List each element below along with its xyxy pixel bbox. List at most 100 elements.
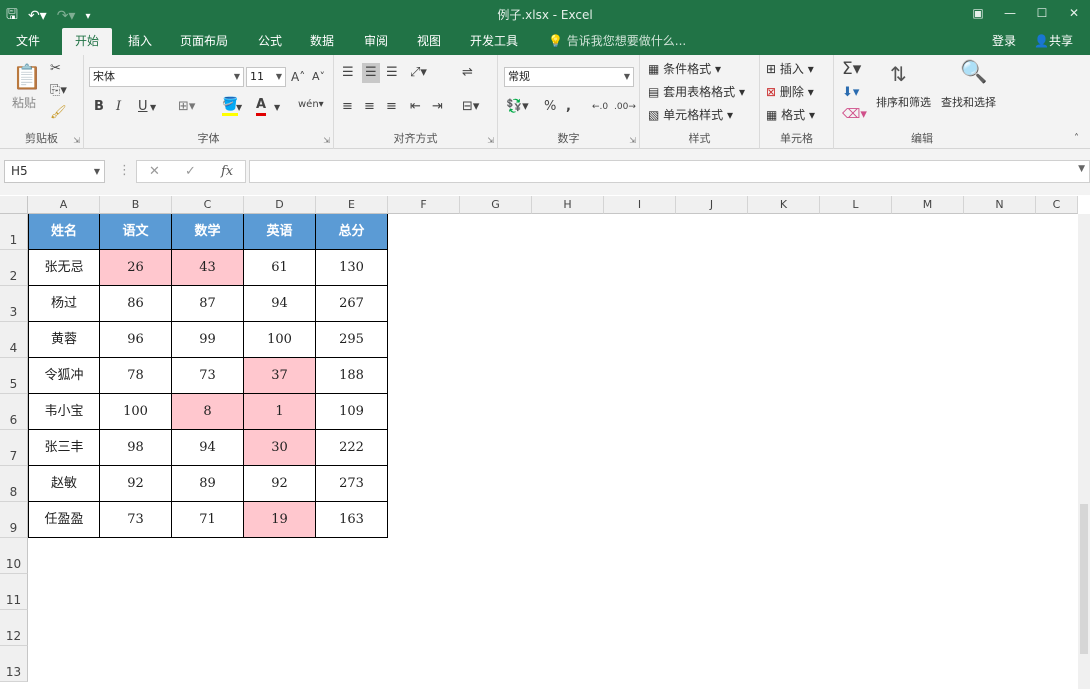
italic-button[interactable]: I: [116, 99, 121, 115]
name-cell[interactable]: 张三丰: [28, 430, 100, 466]
align-top-icon[interactable]: ☰: [342, 65, 354, 81]
cell-styles-button[interactable]: ▧ 单元格样式 ▾: [648, 107, 733, 123]
tab-developer[interactable]: 开发工具: [460, 28, 528, 55]
score-cell[interactable]: 94: [172, 430, 244, 466]
number-format-select[interactable]: 常规 ▼: [504, 67, 634, 87]
column-header-g[interactable]: G: [460, 196, 532, 214]
name-cell[interactable]: 张无忌: [28, 250, 100, 286]
row-header-6[interactable]: 6: [0, 394, 28, 430]
score-cell[interactable]: 98: [100, 430, 172, 466]
column-header-f[interactable]: F: [388, 196, 460, 214]
chevron-down-icon[interactable]: ▼: [274, 100, 280, 116]
autosum-icon[interactable]: Σ▾: [842, 61, 861, 78]
insert-function-icon[interactable]: fx: [221, 164, 233, 179]
insert-cells-button[interactable]: ⊞ 插入 ▾: [766, 61, 814, 77]
find-select-label[interactable]: 查找和选择: [941, 95, 996, 111]
score-cell[interactable]: 295: [316, 322, 388, 358]
row-header-10[interactable]: 10: [0, 538, 28, 574]
column-header-k[interactable]: K: [748, 196, 820, 214]
name-cell[interactable]: 赵敏: [28, 466, 100, 502]
score-cell[interactable]: 1: [244, 394, 316, 430]
row-header-7[interactable]: 7: [0, 430, 28, 466]
score-cell[interactable]: 78: [100, 358, 172, 394]
tab-home[interactable]: 开始: [62, 28, 112, 55]
paste-icon[interactable]: 📋: [12, 63, 42, 91]
align-middle-icon[interactable]: ☰: [362, 63, 380, 83]
number-launcher-icon[interactable]: ⇲: [629, 136, 636, 145]
score-cell[interactable]: 89: [172, 466, 244, 502]
scrollbar-thumb[interactable]: [1080, 504, 1088, 654]
align-bottom-icon[interactable]: ☰: [386, 65, 398, 81]
score-cell[interactable]: 43: [172, 250, 244, 286]
expand-formula-icon[interactable]: ▼: [1078, 164, 1085, 174]
select-all-corner[interactable]: [0, 196, 28, 214]
score-cell[interactable]: 30: [244, 430, 316, 466]
score-cell[interactable]: 100: [244, 322, 316, 358]
ribbon-display-icon[interactable]: ▣: [962, 0, 994, 28]
column-header-i[interactable]: I: [604, 196, 676, 214]
score-cell[interactable]: 222: [316, 430, 388, 466]
font-launcher-icon[interactable]: ⇲: [323, 136, 330, 145]
header-cell[interactable]: 数学: [172, 214, 244, 250]
score-cell[interactable]: 19: [244, 502, 316, 538]
score-cell[interactable]: 61: [244, 250, 316, 286]
tell-me-box[interactable]: 💡 告诉我您想要做什么...: [548, 28, 686, 55]
score-cell[interactable]: 8: [172, 394, 244, 430]
column-header-n[interactable]: N: [964, 196, 1036, 214]
row-header-3[interactable]: 3: [0, 286, 28, 322]
underline-button[interactable]: U: [138, 99, 148, 115]
name-cell[interactable]: 令狐冲: [28, 358, 100, 394]
font-size-select[interactable]: 11 ▼: [246, 67, 286, 87]
row-header-13[interactable]: 13: [0, 646, 28, 682]
score-cell[interactable]: 26: [100, 250, 172, 286]
align-left-icon[interactable]: ≡: [342, 99, 353, 115]
score-cell[interactable]: 73: [172, 358, 244, 394]
tab-insert[interactable]: 插入: [118, 28, 162, 55]
column-header-c[interactable]: C: [1036, 196, 1078, 214]
score-cell[interactable]: 163: [316, 502, 388, 538]
font-name-select[interactable]: 宋体 ▼: [89, 67, 244, 87]
column-header-h[interactable]: H: [532, 196, 604, 214]
score-cell[interactable]: 130: [316, 250, 388, 286]
increase-decimal-icon[interactable]: ←.0: [592, 99, 608, 115]
name-box[interactable]: H5 ▼: [4, 160, 105, 183]
chevron-down-icon[interactable]: ▼: [150, 100, 156, 116]
score-cell[interactable]: 109: [316, 394, 388, 430]
maximize-icon[interactable]: ☐: [1026, 0, 1058, 28]
tab-file[interactable]: 文件: [4, 28, 52, 55]
login-link[interactable]: 登录: [992, 28, 1016, 55]
column-header-j[interactable]: J: [676, 196, 748, 214]
paste-label[interactable]: 粘贴: [12, 95, 36, 111]
column-header-l[interactable]: L: [820, 196, 892, 214]
minimize-icon[interactable]: —: [994, 0, 1026, 28]
row-header-12[interactable]: 12: [0, 610, 28, 646]
row-header-4[interactable]: 4: [0, 322, 28, 358]
row-header-11[interactable]: 11: [0, 574, 28, 610]
column-header-e[interactable]: E: [316, 196, 388, 214]
name-cell[interactable]: 黄蓉: [28, 322, 100, 358]
bold-button[interactable]: B: [94, 99, 104, 115]
alignment-launcher-icon[interactable]: ⇲: [487, 136, 494, 145]
tab-view[interactable]: 视图: [407, 28, 451, 55]
borders-icon[interactable]: ⊞▾: [178, 99, 195, 115]
score-cell[interactable]: 94: [244, 286, 316, 322]
row-header-9[interactable]: 9: [0, 502, 28, 538]
clear-icon[interactable]: ⌫▾: [842, 107, 867, 123]
share-button[interactable]: 👤共享: [1034, 28, 1073, 55]
score-cell[interactable]: 188: [316, 358, 388, 394]
format-cells-button[interactable]: ▦ 格式 ▾: [766, 107, 815, 123]
increase-font-icon[interactable]: A˄: [291, 69, 305, 85]
score-cell[interactable]: 267: [316, 286, 388, 322]
comma-style-icon[interactable]: ,: [566, 99, 571, 115]
name-cell[interactable]: 韦小宝: [28, 394, 100, 430]
header-cell[interactable]: 姓名: [28, 214, 100, 250]
merge-center-icon[interactable]: ⊟▾: [462, 99, 479, 115]
phonetic-icon[interactable]: wén▾: [298, 97, 324, 113]
copy-icon[interactable]: ⎘▾: [50, 83, 67, 99]
score-cell[interactable]: 99: [172, 322, 244, 358]
formula-input[interactable]: ▼: [249, 160, 1090, 183]
score-cell[interactable]: 71: [172, 502, 244, 538]
align-right-icon[interactable]: ≡: [386, 99, 397, 115]
decrease-decimal-icon[interactable]: .00→: [614, 99, 636, 115]
accounting-format-icon[interactable]: 💱▾: [506, 99, 529, 115]
